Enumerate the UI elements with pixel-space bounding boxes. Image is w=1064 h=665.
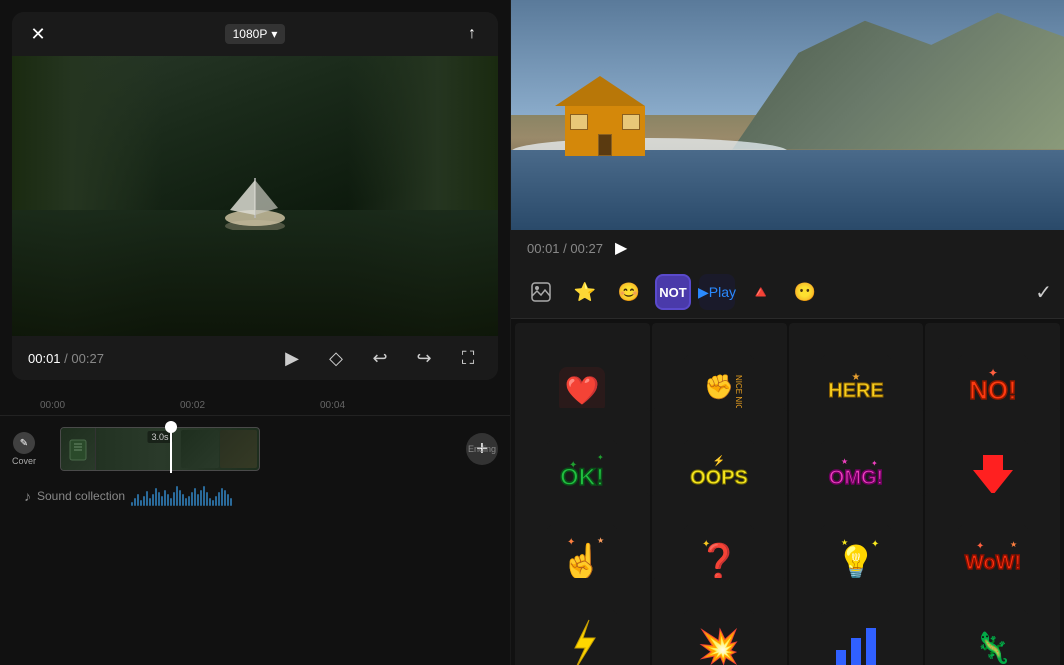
sticker-tool-cone[interactable]: 🔺 — [743, 274, 779, 310]
cover-edit-icon[interactable]: ✎ — [13, 432, 35, 454]
time-current: 00:01 — [28, 351, 61, 366]
svg-text:WoW!: WoW! — [964, 552, 1020, 574]
yellow-house — [555, 76, 655, 156]
svg-text:OOPS: OOPS — [690, 467, 748, 489]
animal-sticker: 🦎 — [925, 578, 1060, 665]
svg-text:✦: ✦ — [976, 541, 984, 552]
chart-sticker — [789, 578, 924, 665]
clip-thumbnail — [61, 428, 96, 471]
sticker-tool-star[interactable]: ⭐ — [567, 274, 603, 310]
right-time-total: 00:27 — [570, 241, 603, 256]
house-body — [565, 106, 645, 156]
ending-label: Ending — [468, 444, 496, 454]
ruler-mark-1: 00:02 — [180, 400, 205, 411]
ruler-mark-0: 00:00 — [40, 400, 65, 411]
sticker-tool-image[interactable] — [523, 274, 559, 310]
right-time-current: 00:01 — [527, 241, 560, 256]
undo-button[interactable]: ↩ — [366, 344, 394, 372]
right-video-preview — [511, 0, 1064, 230]
sound-collection-row: ♪ Sound collection — [12, 480, 498, 512]
svg-text:✦: ✦ — [702, 539, 710, 550]
timeline-ruler: 00:00 00:02 00:04 — [0, 392, 510, 416]
left-panel: ✕ 1080P ▾ ↑ — [0, 0, 510, 665]
svg-text:★: ★ — [597, 536, 604, 545]
sticker-tool-play[interactable]: ▶Play — [699, 274, 735, 310]
svg-text:✦: ✦ — [567, 537, 575, 548]
sticker-tool-emoji[interactable]: 😊 — [611, 274, 647, 310]
confirm-button[interactable]: ✓ — [1035, 280, 1052, 305]
sticker-animal[interactable]: 🦎 — [925, 578, 1060, 665]
boat-illustration — [210, 170, 300, 230]
svg-text:HERE: HERE — [828, 380, 884, 402]
house-roof — [555, 76, 645, 106]
svg-text:❤️: ❤️ — [565, 375, 600, 406]
sticker-tool-not[interactable]: NOT — [655, 274, 691, 310]
svg-text:OMG!: OMG! — [829, 467, 883, 489]
time-total: 00:27 — [71, 351, 104, 366]
house-door — [598, 134, 612, 156]
svg-text:★: ★ — [841, 457, 848, 466]
main-track-row: ✎ Cover — [12, 424, 498, 474]
play-button[interactable]: ▶ — [278, 344, 306, 372]
house-window-right — [622, 114, 640, 130]
svg-text:🦎: 🦎 — [974, 630, 1011, 665]
svg-text:✦: ✦ — [871, 539, 879, 550]
svg-text:⚡: ⚡ — [713, 454, 725, 467]
right-time-display: 00:01 / 00:27 — [527, 241, 603, 256]
right-time-bar: 00:01 / 00:27 ▶ — [511, 230, 1064, 266]
video-preview — [12, 56, 498, 336]
svg-text:✦: ✦ — [871, 459, 878, 468]
video-controls: 00:01 / 00:27 ▶ ◇ ↩ ↪ ⛶ — [12, 336, 498, 380]
right-panel: 00:01 / 00:27 ▶ ⭐ 😊 NOT ▶Play 🔺 😶 ✓ — [510, 0, 1064, 665]
redo-button[interactable]: ↪ — [410, 344, 438, 372]
upload-button[interactable]: ↑ — [458, 20, 486, 48]
editor-header: ✕ 1080P ▾ ↑ — [12, 12, 498, 56]
svg-text:✦: ✦ — [569, 460, 577, 471]
track-content[interactable]: 3.0s Ending — [40, 425, 458, 473]
cover-text: Cover — [12, 456, 36, 466]
cover-label-area: ✎ Cover — [12, 432, 36, 466]
resolution-arrow: ▾ — [271, 27, 277, 41]
ruler-mark-2: 00:04 — [320, 400, 345, 411]
svg-text:💥: 💥 — [698, 627, 740, 665]
timeline-tracks: ✎ Cover — [0, 416, 510, 520]
sticker-chart[interactable] — [789, 578, 924, 665]
lightning-sticker — [515, 578, 650, 665]
playhead[interactable] — [170, 425, 172, 473]
resolution-selector[interactable]: 1080P ▾ — [225, 24, 286, 44]
time-display: 00:01 / 00:27 — [28, 351, 104, 366]
sound-icon: ♪ — [24, 488, 31, 504]
svg-text:💡: 💡 — [836, 544, 876, 580]
right-play-button[interactable]: ▶ — [615, 238, 627, 258]
house-window-left — [570, 114, 588, 130]
svg-text:✦: ✦ — [988, 366, 998, 380]
svg-text:★: ★ — [841, 538, 848, 547]
sticker-explosion[interactable]: 💥 — [652, 578, 787, 665]
svg-text:★: ★ — [851, 372, 860, 383]
explosion-sticker: 💥 — [652, 578, 787, 665]
resolution-value: 1080P — [233, 27, 268, 41]
sticker-toolbar: ⭐ 😊 NOT ▶Play 🔺 😶 ✓ — [511, 266, 1064, 319]
sticker-lightning[interactable] — [515, 578, 650, 665]
main-clip[interactable]: 3.0s — [60, 427, 260, 471]
sticker-grid: ❤️ ✊ NICE NICE HERE ★ — [511, 319, 1064, 665]
video-editor: ✕ 1080P ▾ ↑ — [12, 12, 498, 380]
svg-text:★: ★ — [1010, 540, 1017, 549]
sound-collection-label: Sound collection — [37, 489, 125, 503]
waveform — [131, 486, 486, 506]
sticker-tool-face[interactable]: 😶 — [787, 274, 823, 310]
svg-text:✦: ✦ — [597, 453, 604, 462]
control-buttons: ▶ ◇ ↩ ↪ ⛶ — [278, 344, 482, 372]
fullscreen-button[interactable]: ⛶ — [454, 344, 482, 372]
waveform-bars — [131, 486, 486, 506]
timeline-area: 00:00 00:02 00:04 ✎ Cover — [0, 392, 510, 665]
close-button[interactable]: ✕ — [24, 20, 52, 48]
clip-thumb-icon — [68, 438, 88, 462]
svg-text:OK!: OK! — [560, 464, 604, 491]
water-area — [511, 150, 1064, 231]
keyframe-button[interactable]: ◇ — [322, 344, 350, 372]
ruler-marks: 00:00 00:02 00:04 — [0, 396, 510, 411]
image-icon — [530, 281, 552, 303]
svg-text:✊: ✊ — [704, 374, 734, 401]
